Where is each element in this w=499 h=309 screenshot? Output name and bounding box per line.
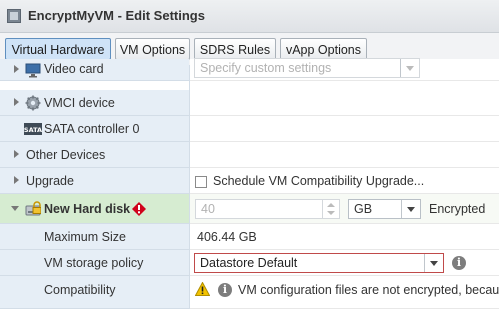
tab-vm-options[interactable]: VM Options xyxy=(115,38,190,60)
chevron-down-icon[interactable] xyxy=(327,211,335,215)
chevron-down-icon[interactable] xyxy=(400,59,419,77)
warning-icon xyxy=(195,282,210,296)
expand-arrow-icon[interactable] xyxy=(14,176,19,184)
compatibility-message: VM configuration files are not encrypted… xyxy=(238,283,499,297)
row-label: Video card xyxy=(44,62,104,76)
info-icon[interactable]: i xyxy=(218,283,232,297)
row-label: New Hard disk xyxy=(44,202,131,216)
encryption-status: Encrypted xyxy=(429,202,486,216)
row-other-devices: Other Devices xyxy=(0,142,499,168)
upgrade-checkbox[interactable] xyxy=(195,176,207,188)
disk-size-input[interactable]: 40 xyxy=(195,199,340,219)
row-video-card: Video card Specify custom settings xyxy=(0,58,499,81)
row-compatibility: Compatibility i VM configuration files a… xyxy=(0,276,499,309)
row-label: VMCI device xyxy=(44,96,115,110)
info-icon[interactable]: i xyxy=(452,256,466,270)
upgrade-checkbox-label[interactable]: Schedule VM Compatibility Upgrade... xyxy=(213,174,424,188)
row-vmci-device: VMCI device xyxy=(0,90,499,116)
row-label: Compatibility xyxy=(44,283,116,297)
window-titlebar: EncryptMyVM - Edit Settings xyxy=(0,0,499,33)
tab-vapp-options[interactable]: vApp Options xyxy=(280,38,367,60)
expand-arrow-icon[interactable] xyxy=(14,65,19,73)
disk-unit-select[interactable]: GB xyxy=(348,199,421,219)
column-divider xyxy=(189,65,190,309)
disk-size-stepper[interactable] xyxy=(322,200,339,218)
row-maximum-size: Maximum Size 406.44 GB xyxy=(0,224,499,250)
chevron-down-icon[interactable] xyxy=(424,254,443,272)
collapse-arrow-icon[interactable] xyxy=(11,206,19,211)
row-upgrade: Upgrade Schedule VM Compatibility Upgrad… xyxy=(0,168,499,194)
row-sata-controller: SATA SATA controller 0 xyxy=(0,116,499,142)
sata-icon: SATA xyxy=(24,123,42,135)
row-vm-storage-policy: VM storage policy Datastore Default i xyxy=(0,250,499,276)
settings-grid: Video card Specify custom settings VMCI … xyxy=(0,58,499,309)
chevron-up-icon[interactable] xyxy=(327,203,335,207)
storage-policy-select[interactable]: Datastore Default xyxy=(194,253,444,273)
chevron-down-icon[interactable] xyxy=(401,200,420,218)
max-size-value: 406.44 GB xyxy=(197,230,257,244)
row-label: VM storage policy xyxy=(44,256,144,270)
row-new-hard-disk: New Hard disk 40 GB Encrypted xyxy=(0,194,499,224)
gear-icon xyxy=(25,95,41,111)
window-title: EncryptMyVM - Edit Settings xyxy=(28,8,205,23)
video-settings-select[interactable]: Specify custom settings xyxy=(194,58,420,78)
tab-virtual-hardware[interactable]: Virtual Hardware xyxy=(5,38,111,60)
monitor-icon xyxy=(25,63,41,78)
row-label: Other Devices xyxy=(26,148,106,162)
error-icon xyxy=(132,202,146,216)
vm-icon xyxy=(7,9,21,23)
row-label: Maximum Size xyxy=(44,230,126,244)
expand-arrow-icon[interactable] xyxy=(14,98,19,106)
disk-lock-icon xyxy=(25,201,41,216)
row-label: SATA controller 0 xyxy=(44,122,140,136)
svg-text:SATA: SATA xyxy=(24,126,42,134)
expand-arrow-icon[interactable] xyxy=(14,150,19,158)
row-label: Upgrade xyxy=(26,174,74,188)
tab-sdrs-rules[interactable]: SDRS Rules xyxy=(194,38,276,60)
